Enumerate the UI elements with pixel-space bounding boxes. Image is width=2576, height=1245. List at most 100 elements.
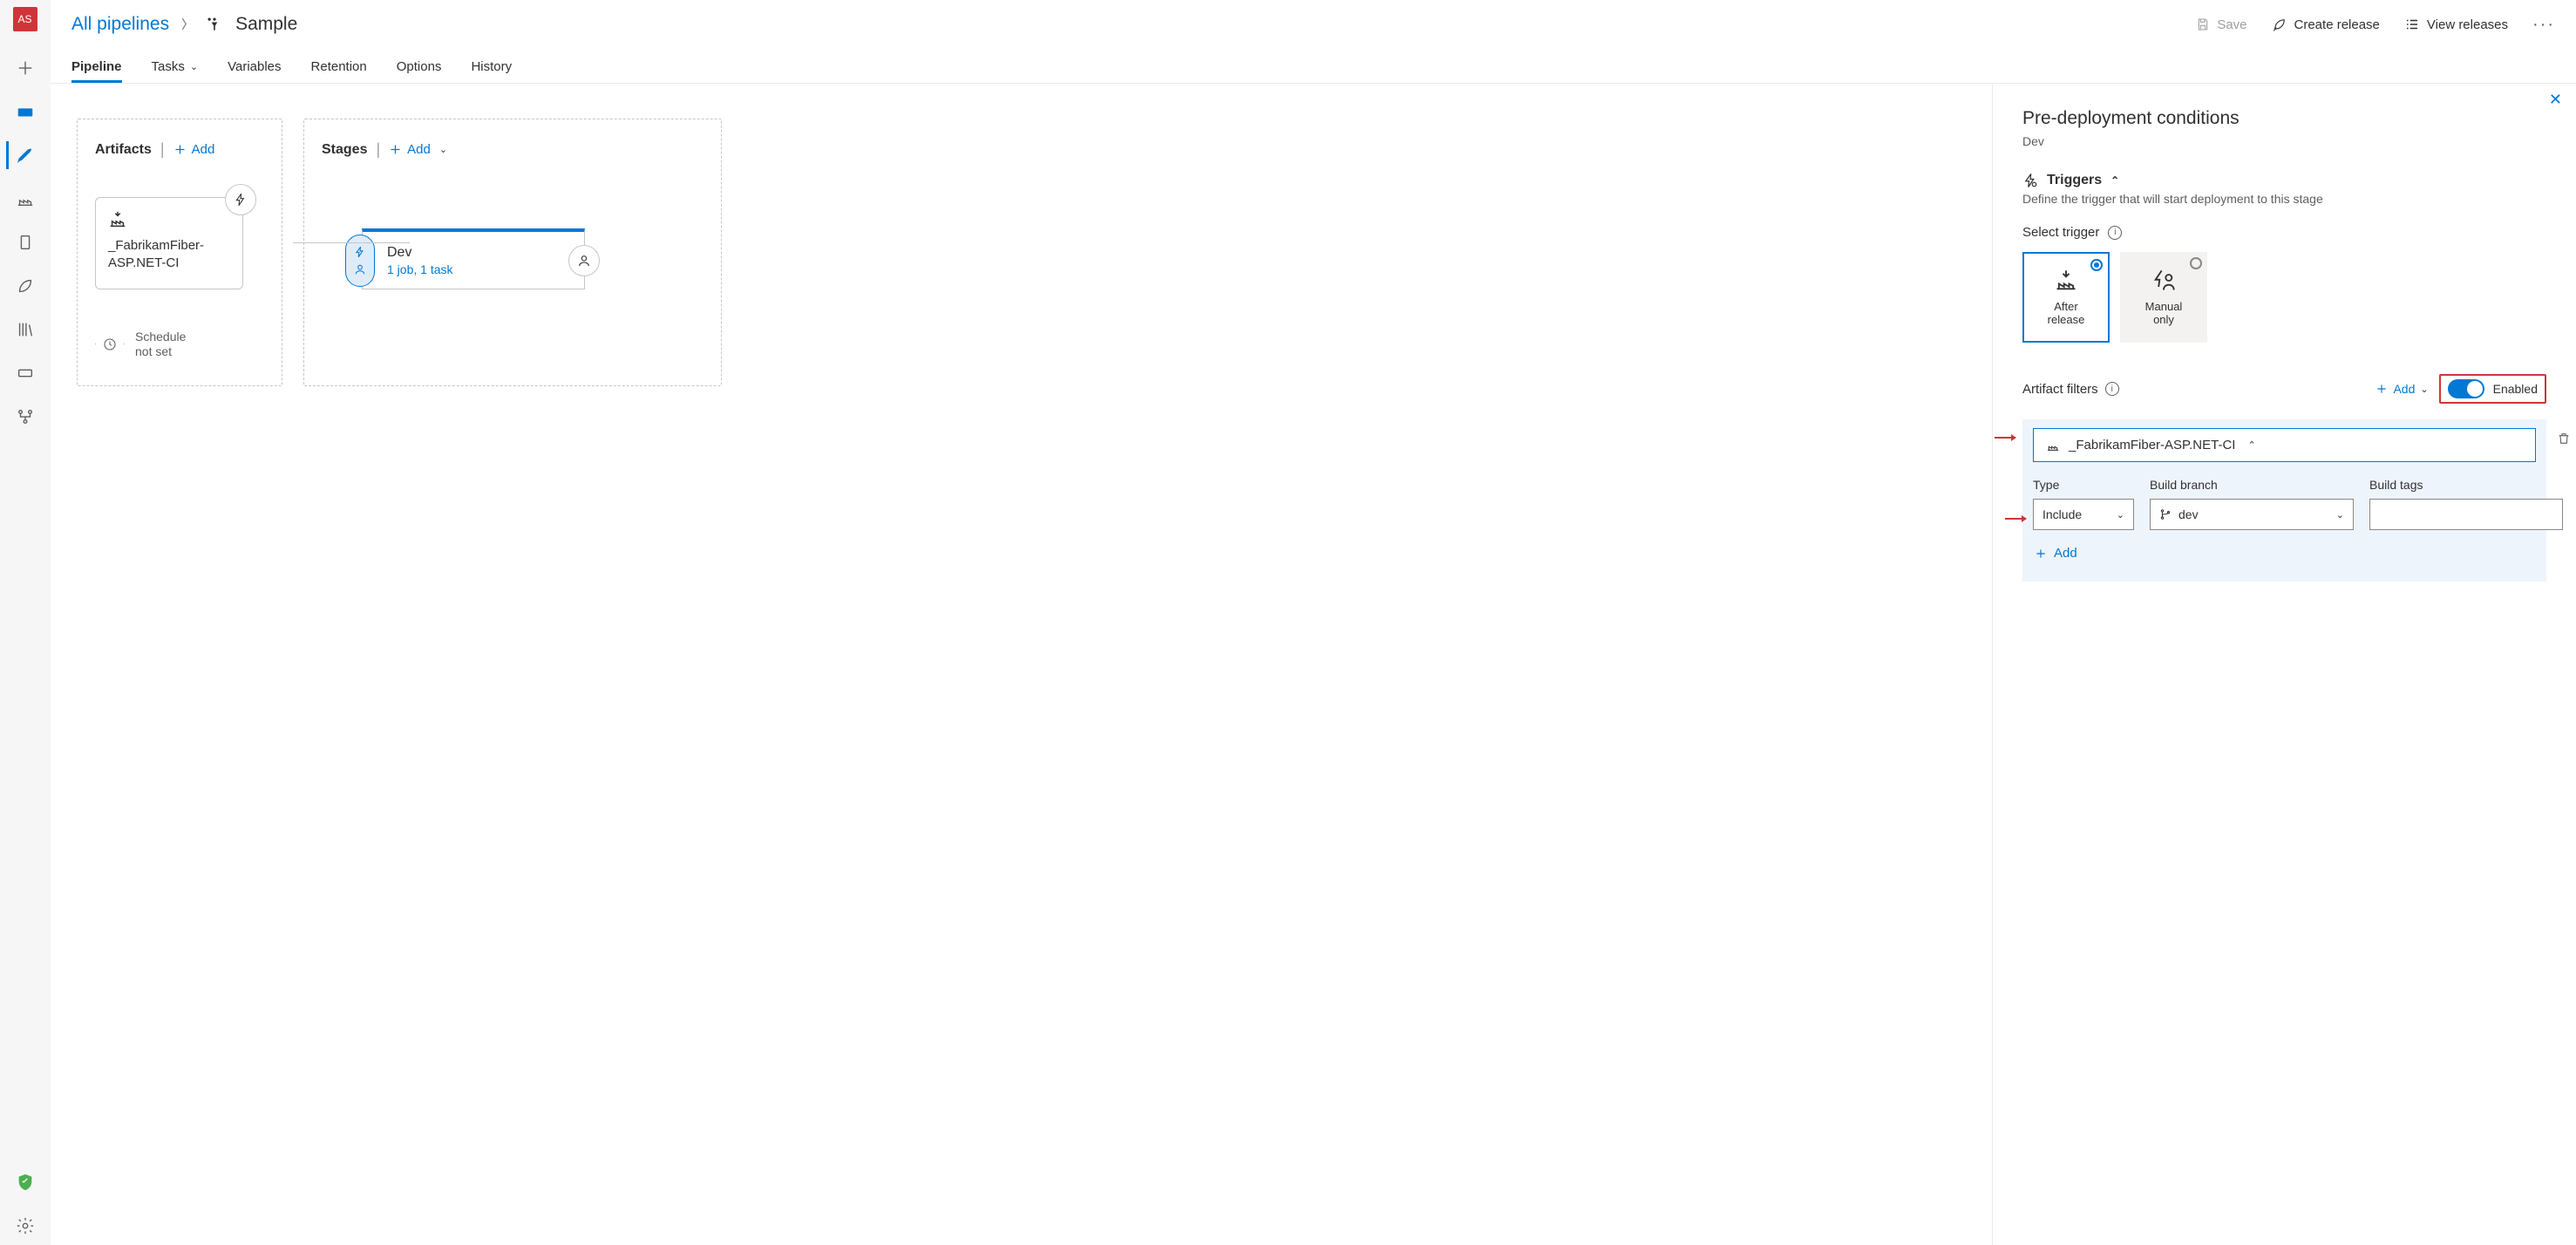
radio-selected-icon — [2090, 259, 2103, 271]
nav-item-1[interactable] — [6, 180, 44, 218]
info-icon[interactable]: i — [2108, 226, 2122, 240]
taskgroups-icon — [16, 407, 35, 426]
tab-variables[interactable]: Variables — [228, 59, 281, 83]
tab-retention[interactable]: Retention — [311, 59, 367, 83]
more-actions-button[interactable]: ··· — [2532, 15, 2555, 35]
pipeline-type-icon — [206, 16, 223, 33]
shield-check-icon — [16, 1173, 35, 1192]
chevron-up-icon: ⌃ — [2247, 439, 2255, 451]
plus-icon — [173, 143, 187, 156]
plus-icon — [2375, 383, 2388, 395]
view-releases-button[interactable]: View releases — [2404, 17, 2508, 32]
post-deployment-button[interactable] — [568, 245, 600, 276]
pipeline-canvas: Artifacts | Add — [51, 84, 1992, 1245]
triggers-section-header[interactable]: Triggers ⌃ — [2022, 173, 2546, 188]
pre-deployment-panel: ✕ Pre-deployment conditions Dev Triggers… — [1992, 84, 2576, 1245]
branch-column-label: Build branch — [2150, 478, 2354, 492]
build-icon — [108, 210, 230, 232]
create-release-button[interactable]: Create release — [2272, 17, 2380, 32]
stages-lane: Stages | Add ⌄ — [303, 119, 722, 386]
nav-pipelines[interactable] — [6, 136, 44, 174]
nav-item-3[interactable] — [6, 267, 44, 305]
artifacts-title: Artifacts — [95, 142, 152, 158]
save-button[interactable]: Save — [2196, 17, 2246, 32]
info-icon[interactable]: i — [2105, 382, 2119, 396]
tab-pipeline[interactable]: Pipeline — [71, 59, 122, 83]
artifacts-lane: Artifacts | Add — [77, 119, 282, 386]
nav-security[interactable] — [6, 1163, 44, 1201]
panel-stage-name: Dev — [2022, 134, 2546, 148]
person-icon — [577, 254, 591, 268]
plus-icon — [389, 143, 402, 156]
chevron-up-icon: ⌃ — [2110, 174, 2119, 187]
build-small-icon — [2046, 439, 2060, 452]
tab-history[interactable]: History — [471, 59, 512, 83]
pipeline-name[interactable]: Sample — [235, 14, 297, 35]
artifact-name: _FabrikamFiber-ASP.NET-CI — [108, 237, 230, 273]
chevron-down-icon: ⌄ — [2336, 509, 2344, 520]
nav-boards[interactable] — [6, 92, 44, 131]
chevron-down-icon: ⌄ — [190, 61, 198, 72]
type-select[interactable]: Include ⌄ — [2033, 499, 2134, 530]
artifact-filters-toggle[interactable] — [2448, 379, 2484, 398]
left-nav-rail: AS — [0, 0, 51, 1245]
nav-item-4[interactable] — [6, 310, 44, 349]
radio-unselected-icon — [2190, 257, 2202, 269]
gear-icon — [16, 1216, 35, 1235]
factory-arrow-icon — [2054, 269, 2078, 293]
stage-card-dev[interactable]: Dev 1 job, 1 task — [362, 228, 585, 289]
list-icon — [2404, 17, 2420, 32]
schedule-not-set[interactable]: Schedule not set — [95, 330, 264, 359]
clock-hex-icon — [95, 330, 125, 359]
plus-icon — [2035, 548, 2047, 560]
branch-icon — [2159, 508, 2172, 520]
add-artifact-button[interactable]: Add — [173, 142, 215, 157]
enabled-toggle-highlight: Enabled — [2439, 374, 2546, 404]
branch-select[interactable]: dev ⌄ — [2150, 499, 2354, 530]
artifact-card[interactable]: _FabrikamFiber-ASP.NET-CI — [95, 197, 243, 289]
create-release-icon — [2272, 17, 2287, 32]
lightning-icon — [354, 246, 366, 258]
nav-settings[interactable] — [6, 1207, 44, 1245]
chevron-down-icon: ⌄ — [439, 144, 447, 155]
title-actions: Save Create release View releases ··· — [2196, 15, 2555, 35]
triggers-description: Define the trigger that will start deplo… — [2022, 192, 2546, 206]
stage-jobs-link[interactable]: 1 job, 1 task — [387, 262, 453, 276]
lightning-icon — [234, 193, 248, 207]
artifact-filter-block: _FabrikamFiber-ASP.NET-CI ⌃ Type Include… — [2022, 419, 2546, 582]
manual-person-icon — [2151, 269, 2176, 293]
nav-item-5[interactable] — [6, 354, 44, 392]
nav-add[interactable] — [6, 49, 44, 87]
clock-icon — [103, 337, 117, 351]
artifact-filter-header[interactable]: _FabrikamFiber-ASP.NET-CI ⌃ — [2033, 428, 2536, 462]
callout-arrow-icon — [2005, 518, 2026, 520]
build-tags-input[interactable] — [2369, 499, 2563, 530]
add-stage-button[interactable]: Add ⌄ — [389, 142, 447, 157]
server-icon — [16, 233, 35, 252]
tab-tasks[interactable]: Tasks⌄ — [152, 59, 199, 83]
pipeline-tabs: Pipeline Tasks⌄ Variables Retention Opti… — [51, 49, 2576, 84]
close-panel-button[interactable]: ✕ — [2549, 91, 2562, 109]
nav-item-2[interactable] — [6, 223, 44, 262]
project-avatar[interactable]: AS — [13, 7, 37, 31]
callout-arrow-icon — [1995, 437, 2015, 439]
delete-filter-button[interactable] — [2557, 432, 2571, 448]
tab-options[interactable]: Options — [397, 59, 442, 83]
artifact-trigger-badge[interactable] — [225, 184, 256, 215]
breadcrumb: All pipelines 〉 Sample — [71, 14, 297, 35]
add-filter-row-button[interactable]: Add — [2033, 546, 2536, 561]
breadcrumb-root-link[interactable]: All pipelines — [71, 14, 169, 35]
library-icon — [16, 320, 35, 339]
trigger-manual-only[interactable]: Manualonly — [2120, 252, 2207, 343]
person-icon — [354, 263, 366, 276]
trigger-after-release[interactable]: Afterrelease — [2022, 252, 2110, 343]
triggers-icon — [2022, 173, 2038, 188]
factory-icon — [16, 189, 35, 208]
enabled-label: Enabled — [2493, 382, 2538, 396]
chevron-down-icon: ⌄ — [2420, 384, 2428, 395]
trash-icon — [2557, 432, 2571, 446]
add-artifact-filter-button[interactable]: Add ⌄ — [2375, 382, 2428, 396]
plus-icon — [16, 58, 35, 78]
chevron-right-icon: 〉 — [181, 16, 194, 33]
nav-item-6[interactable] — [6, 398, 44, 436]
